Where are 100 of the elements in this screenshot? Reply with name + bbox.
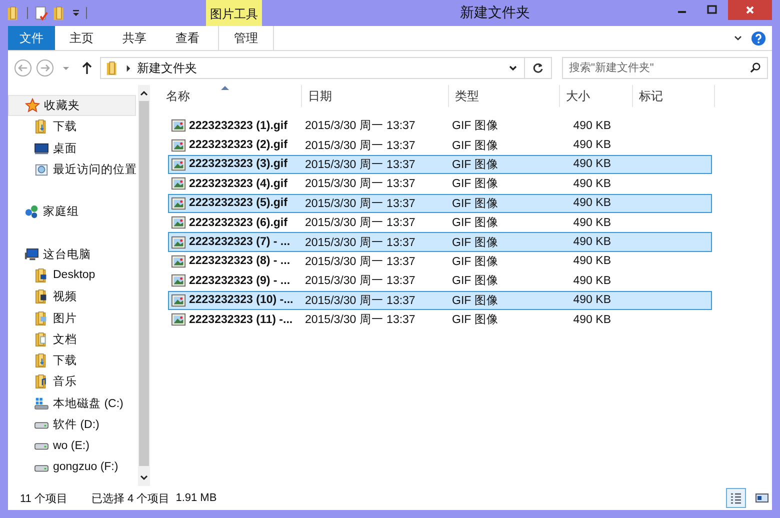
navigation-item[interactable]: Desktop <box>8 264 138 286</box>
file-name: 2223232323 (8) - ... <box>189 255 290 268</box>
navigation-item[interactable]: 收藏夹 <box>8 95 136 116</box>
help-icon[interactable] <box>751 30 766 46</box>
table-cell-text: 490 KB <box>572 236 611 248</box>
folder-icon <box>34 289 49 304</box>
file-name: 2223232323 (3).gif <box>189 158 288 170</box>
desktop-icon <box>34 140 49 156</box>
file-row[interactable]: 2223232323 (3).gif 2015/3/30 周一 13:37 GIF 图像 490 KB <box>168 154 712 174</box>
file-tab[interactable]: 文件 <box>8 26 55 50</box>
refresh-icon <box>532 62 544 74</box>
file-row[interactable]: 2223232323 (1).gif 2015/3/30 周一 13:37 GIF 图像 490 KB <box>168 116 712 136</box>
navigation-item[interactable]: wo (E:) <box>8 435 138 456</box>
file-row[interactable]: 2223232323 (8) - ... 2015/3/30 周一 13:37 GIF 图像 490 KB <box>168 252 712 272</box>
selection-count: 已选择 4 个项目 <box>91 492 170 506</box>
image-file-icon <box>171 312 186 328</box>
table-cell-text: 490 KB <box>572 139 611 152</box>
column-header[interactable]: 类型 <box>449 85 560 107</box>
navigation-label: 这台电脑 <box>43 247 91 262</box>
search-icon[interactable] <box>750 62 761 73</box>
scroll-thumb[interactable] <box>139 101 149 466</box>
table-cell-text: GIF 图像 <box>452 236 500 250</box>
table-cell-text: 2015/3/30 周一 13:37 <box>305 254 416 269</box>
navigation-item[interactable]: 桌面 <box>8 138 138 159</box>
table-cell-text: 490 KB <box>572 158 611 170</box>
context-tab-header: 图片工具 <box>206 0 262 26</box>
folder-icon <box>34 268 49 283</box>
navigation-item[interactable]: 软件 (D:) <box>8 414 138 436</box>
file-name: 2223232323 (11) -... <box>189 314 293 326</box>
column-header[interactable]: 名称 <box>160 85 302 107</box>
file-row[interactable]: 2223232323 (6).gif 2015/3/30 周一 13:37 GIF 图像 490 KB <box>168 212 712 232</box>
navigation-label: 图片 <box>53 312 77 326</box>
table-cell-text: GIF 图像 <box>452 118 500 134</box>
refresh-button[interactable] <box>525 57 552 79</box>
navigation-item[interactable]: 本地磁盘 (C:) <box>8 392 138 414</box>
scroll-down-icon[interactable] <box>140 475 148 481</box>
properties-icon[interactable] <box>34 6 49 20</box>
file-name: 2223232323 (6).gif <box>189 216 288 229</box>
file-name: 2223232323 (4).gif <box>189 178 288 190</box>
details-view-button[interactable] <box>726 488 746 508</box>
customize-dropdown-icon[interactable] <box>72 9 80 17</box>
navigation-item[interactable]: 音乐 <box>8 371 138 393</box>
search-field[interactable]: 搜索"新建文件夹" <box>562 57 768 79</box>
image-file-icon <box>171 234 186 250</box>
navigation-label: 桌面 <box>53 142 77 156</box>
system-drive-icon <box>34 396 49 411</box>
file-name: 2223232323 (2).gif <box>189 139 288 152</box>
table-cell-text: 2015/3/30 周一 13:37 <box>305 236 416 250</box>
file-row[interactable]: 2223232323 (4).gif 2015/3/30 周一 13:37 GIF 图像 490 KB <box>168 174 712 194</box>
dropdown-chevron-icon[interactable] <box>508 63 518 73</box>
navigation-label: 家庭组 <box>43 204 79 220</box>
navigation-item[interactable]: 下载 <box>8 116 138 138</box>
breadcrumb-folder[interactable]: 新建文件夹 <box>137 60 197 76</box>
file-row[interactable]: 2223232323 (10) -... 2015/3/30 周一 13:37 GIF 图像 490 KB <box>168 290 712 310</box>
file-row[interactable]: 2223232323 (2).gif 2015/3/30 周一 13:37 GIF 图像 490 KB <box>168 135 712 155</box>
image-file-icon <box>171 138 186 153</box>
file-name: 2223232323 (5).gif <box>189 197 288 210</box>
navigation-label: 本地磁盘 (C:) <box>53 396 124 411</box>
file-row[interactable]: 2223232323 (5).gif 2015/3/30 周一 13:37 GIF 图像 490 KB <box>168 194 712 213</box>
folder-icon <box>34 374 49 390</box>
recent-locations-caret-icon[interactable] <box>62 64 70 72</box>
navigation-item[interactable]: 文档 <box>8 328 138 350</box>
navigation-item[interactable]: 最近访问的位置 <box>8 158 138 180</box>
file-name: 2223232323 (10) -... <box>189 294 294 306</box>
computer-icon <box>24 246 39 262</box>
up-arrow-icon[interactable] <box>81 61 93 75</box>
table-cell-text: GIF 图像 <box>452 274 500 288</box>
ribbon-tab[interactable]: 管理 <box>218 26 274 50</box>
navigation-item[interactable]: 家庭组 <box>8 201 138 222</box>
address-bar[interactable]: 新建文件夹 <box>100 57 525 79</box>
file-row[interactable]: 2223232323 (11) -... 2015/3/30 周一 13:37 GIF 图像 490 KB <box>168 310 712 330</box>
table-cell-text: 490 KB <box>572 294 611 306</box>
navigation-item[interactable]: 下载 <box>8 350 138 372</box>
navigation-label: 文档 <box>53 332 77 347</box>
column-header[interactable]: 大小 <box>560 85 633 107</box>
navigation-item[interactable]: gongzuo (F:) <box>8 456 138 478</box>
navigation-label: wo (E:) <box>53 440 90 452</box>
close-button[interactable] <box>728 0 772 20</box>
column-header[interactable]: 标记 <box>633 85 715 107</box>
navigation-item[interactable]: 视频 <box>8 286 138 308</box>
sort-ascending-icon <box>221 85 229 90</box>
file-name: 2223232323 (9) - ... <box>189 274 290 287</box>
column-header[interactable]: 日期 <box>302 85 449 107</box>
scroll-up-icon[interactable] <box>140 90 148 96</box>
breadcrumb-arrow-icon[interactable] <box>126 64 131 72</box>
navigation-item[interactable]: 这台电脑 <box>8 243 138 265</box>
table-cell-text: 2015/3/30 周一 13:37 <box>305 216 416 230</box>
maximize-icon <box>707 5 717 15</box>
scrollbar[interactable] <box>138 85 150 486</box>
table-cell-text: 2015/3/30 周一 13:37 <box>305 158 416 172</box>
expand-ribbon-icon[interactable] <box>733 33 743 43</box>
table-cell-text: 2015/3/30 周一 13:37 <box>305 313 416 328</box>
image-file-icon <box>171 156 186 172</box>
image-file-icon <box>171 176 186 192</box>
table-cell-text: 490 KB <box>572 216 611 229</box>
file-row[interactable]: 2223232323 (7) - ... 2015/3/30 周一 13:37 GIF 图像 490 KB <box>168 232 712 252</box>
file-row[interactable]: 2223232323 (9) - ... 2015/3/30 周一 13:37 GIF 图像 490 KB <box>168 271 712 291</box>
table-cell-text: 490 KB <box>572 120 611 132</box>
navigation-item[interactable]: 图片 <box>8 307 138 329</box>
image-file-icon <box>171 196 186 211</box>
